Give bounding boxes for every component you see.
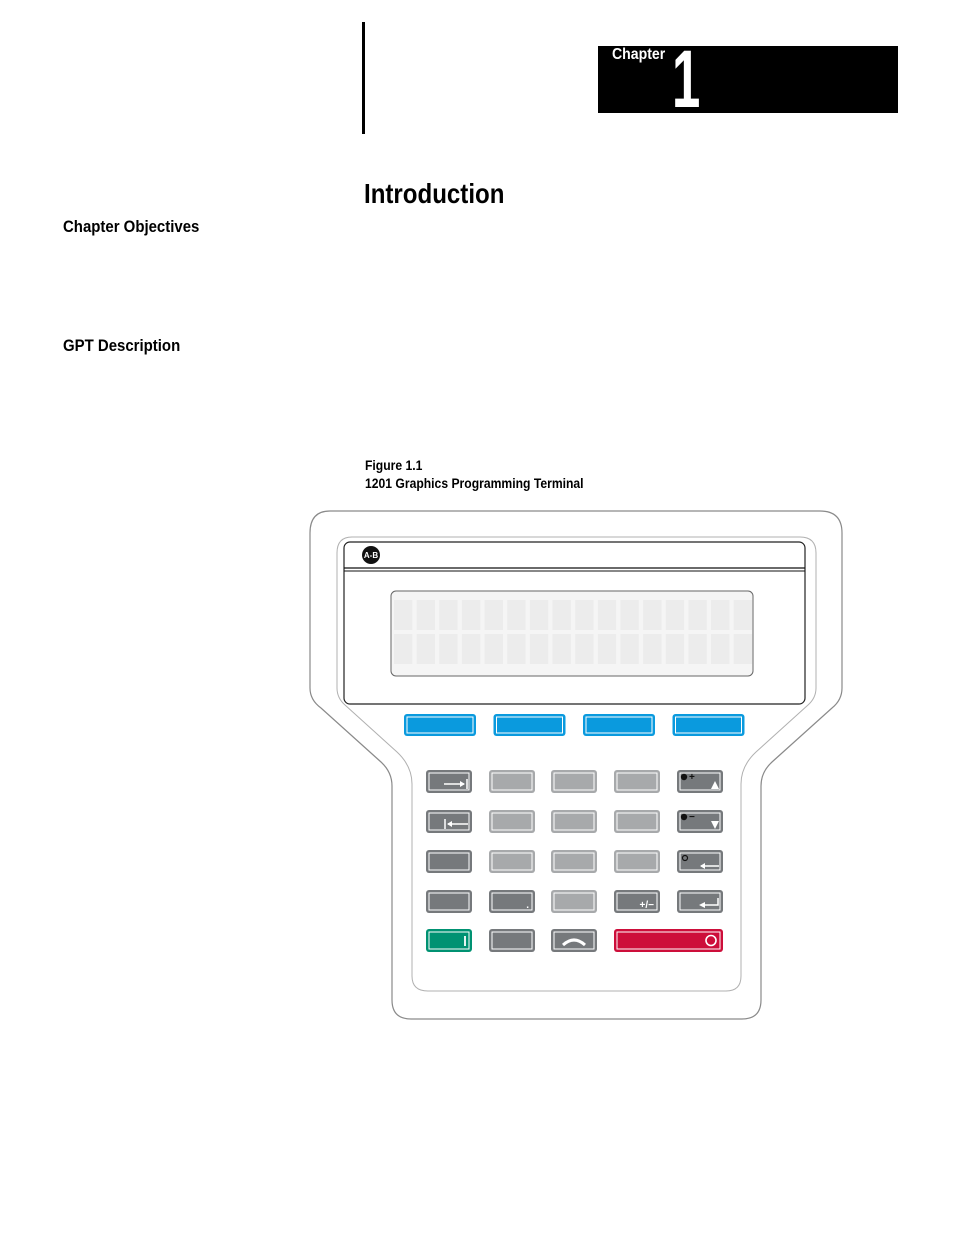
lcd-character-cell	[643, 600, 662, 630]
lcd-character-cell	[484, 634, 503, 664]
ab-logo-icon: A-B	[362, 546, 380, 564]
lcd-character-cell	[529, 634, 549, 664]
keypad-key-r3c2[interactable]	[489, 850, 535, 873]
lcd-character-cell	[665, 634, 685, 664]
keypad-key-r3c1[interactable]	[426, 850, 472, 873]
lcd-character-cell	[416, 634, 435, 664]
keypad-key-r2c5[interactable]: −	[677, 810, 723, 833]
keypad-key-r4c2[interactable]: .	[489, 890, 535, 913]
keypad-key-r2c2[interactable]	[489, 810, 535, 833]
keypad-key-r2c1[interactable]	[426, 810, 472, 833]
keypad-key-r4c5[interactable]	[677, 890, 723, 913]
keypad-key-r5c3[interactable]	[551, 929, 597, 952]
keypad-key-r3c3[interactable]	[551, 850, 597, 873]
lcd-character-cell	[439, 634, 458, 664]
function-key-1[interactable]	[404, 714, 476, 736]
lcd-character-cell	[620, 600, 639, 630]
lcd-character-cell	[597, 634, 617, 664]
lcd-character-cell	[597, 600, 617, 630]
keypad-key-r1c1[interactable]	[426, 770, 472, 793]
lcd-character-cell	[733, 600, 753, 630]
lcd-character-cell	[461, 634, 481, 664]
lcd-character-cell	[507, 634, 526, 664]
keypad-key-r2c4[interactable]	[614, 810, 660, 833]
lcd-character-cell	[733, 634, 753, 664]
keypad-key-r1c3[interactable]	[551, 770, 597, 793]
keypad-key-r1c5[interactable]: +	[677, 770, 723, 793]
terminal-illustration: A-B + −. +/−	[309, 510, 843, 1020]
lcd-character-cell	[416, 600, 435, 630]
lcd-character-cell	[575, 634, 594, 664]
key-label: .	[526, 900, 529, 911]
keypad-key-r3c5[interactable]	[677, 850, 723, 873]
lcd-character-cell	[552, 634, 571, 664]
lcd-character-cell	[575, 600, 594, 630]
lcd-character-cell	[394, 600, 413, 630]
lcd-character-cell	[484, 600, 503, 630]
key-label: +/−	[640, 900, 655, 911]
lcd-character-cell	[439, 600, 458, 630]
lcd-character-cell	[665, 600, 685, 630]
function-key-3[interactable]	[583, 714, 655, 736]
lcd-character-cell	[461, 600, 481, 630]
keypad-key-r4c4[interactable]: +/−	[614, 890, 660, 913]
lcd-character-cell	[394, 634, 413, 664]
keypad-key-r5c4[interactable]	[614, 929, 723, 952]
lcd-character-cell	[552, 600, 571, 630]
svg-text:A-B: A-B	[364, 551, 378, 560]
keypad-key-r1c2[interactable]	[489, 770, 535, 793]
lcd-character-cell	[507, 600, 526, 630]
lcd-character-cell	[688, 634, 707, 664]
function-key-4[interactable]	[672, 714, 745, 736]
lcd-character-cell	[688, 600, 707, 630]
keypad-key-r5c1[interactable]	[426, 929, 472, 952]
keypad-key-r4c1[interactable]	[426, 890, 472, 913]
keypad-key-r4c3[interactable]	[551, 890, 597, 913]
keypad-key-r1c4[interactable]	[614, 770, 660, 793]
svg-text:+: +	[689, 772, 695, 783]
lcd-character-cell	[620, 634, 639, 664]
keypad-key-r5c2[interactable]	[489, 929, 535, 952]
lcd-character-cell	[643, 634, 662, 664]
svg-text:−: −	[689, 812, 695, 823]
lcd-character-cell	[711, 600, 730, 630]
keypad-key-r3c4[interactable]	[614, 850, 660, 873]
function-key-2[interactable]	[493, 714, 566, 736]
lcd-character-cell	[711, 634, 730, 664]
keypad-key-r2c3[interactable]	[551, 810, 597, 833]
lcd-character-cell	[529, 600, 549, 630]
